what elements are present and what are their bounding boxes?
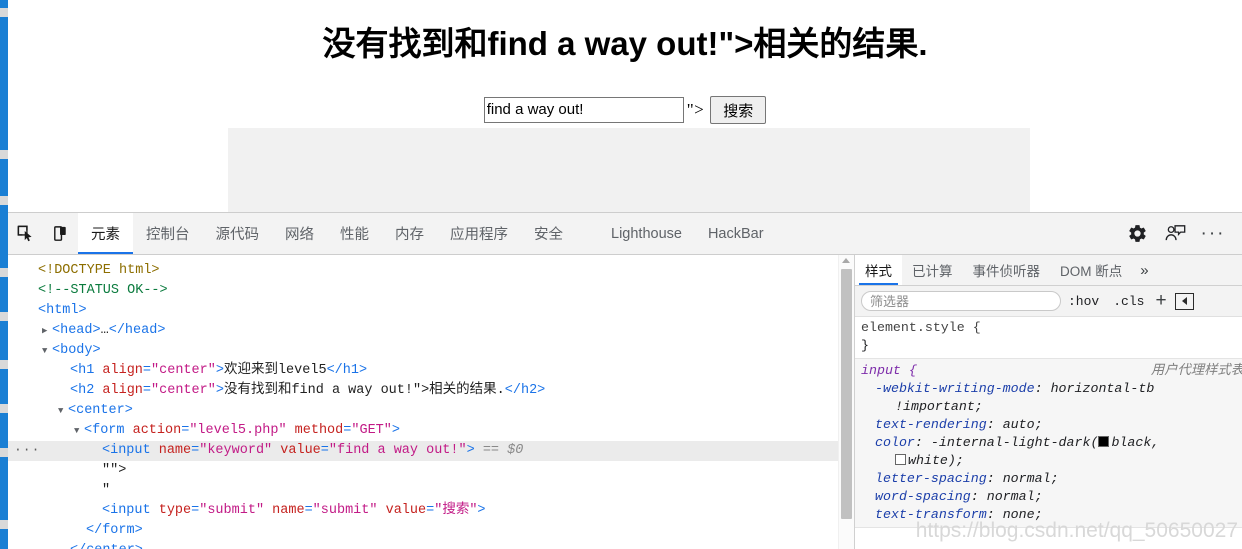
- tab-network-label: 网络: [285, 227, 314, 243]
- tab-sources[interactable]: 源代码: [203, 213, 273, 254]
- css-rule-close-brace: }: [861, 338, 869, 353]
- tree-twisty-icon[interactable]: ▼: [58, 401, 68, 421]
- devtools-panel: 元素 控制台 源代码 网络 性能 内存 应用程序 安全 Lighthouse H…: [8, 212, 1242, 549]
- styles-tabbar: 样式 已计算 事件侦听器 DOM 断点 »: [855, 255, 1242, 286]
- css-declaration[interactable]: -webkit-writing-mode: horizontal-tb: [861, 380, 1242, 398]
- scroll-up-arrow-icon[interactable]: [842, 258, 850, 263]
- css-rule-selector[interactable]: element.style {: [861, 319, 1242, 337]
- scrollbar-thumb[interactable]: [841, 269, 852, 519]
- new-style-rule-button[interactable]: +: [1151, 291, 1170, 310]
- tab-elements-label: 元素: [91, 227, 120, 243]
- tab-network[interactable]: 网络: [272, 213, 327, 254]
- tab-computed[interactable]: 已计算: [902, 255, 963, 285]
- css-rule-origin: 用户代理样式表: [1150, 363, 1242, 378]
- css-declaration[interactable]: text-rendering: auto;: [861, 416, 1242, 434]
- tab-dom-breakpoints[interactable]: DOM 断点: [1050, 255, 1132, 285]
- dom-tree-scrollbar[interactable]: [838, 255, 854, 549]
- dom-tree-row[interactable]: <!--STATUS OK-->: [8, 281, 838, 301]
- color-swatch-white[interactable]: [895, 454, 906, 465]
- tab-dom-breakpoints-label: DOM 断点: [1060, 264, 1123, 279]
- more-options-dots-icon[interactable]: ···: [1194, 213, 1232, 254]
- dom-tree-row[interactable]: </form>: [8, 521, 838, 541]
- tab-hackbar[interactable]: HackBar: [695, 213, 777, 254]
- tab-hackbar-label: HackBar: [707, 225, 764, 242]
- dom-tree-row[interactable]: ▶ <head>…</head>: [8, 321, 838, 341]
- hov-toggle-button[interactable]: :hov: [1061, 294, 1106, 309]
- search-submit-button[interactable]: 搜索: [710, 96, 767, 124]
- dom-tree-row[interactable]: <h1 align="center">欢迎来到level5</h1>: [8, 361, 838, 381]
- inspect-element-icon[interactable]: [8, 213, 43, 254]
- dom-tree-row[interactable]: <html>: [8, 301, 838, 321]
- tab-application-label: 应用程序: [450, 227, 508, 243]
- color-swatch-black[interactable]: [1098, 436, 1110, 447]
- dom-tree-row[interactable]: <input type="submit" name="submit" value…: [8, 501, 838, 521]
- devtools-toolbar: 元素 控制台 源代码 网络 性能 内存 应用程序 安全 Lighthouse H…: [8, 213, 1242, 255]
- dom-tree-pane: <!DOCTYPE html> <!--STATUS OK--> <html> ▶ <h…: [8, 255, 854, 549]
- css-declaration-continuation: white);: [861, 452, 1242, 470]
- element-highlight-overlay: [228, 128, 1030, 212]
- styles-filter-input[interactable]: [861, 291, 1061, 311]
- tab-memory[interactable]: 内存: [382, 213, 437, 254]
- dom-tree-row[interactable]: "">: [8, 461, 838, 481]
- gear-icon[interactable]: [1118, 213, 1156, 254]
- css-declaration[interactable]: letter-spacing: normal;: [861, 470, 1242, 488]
- dom-tree[interactable]: <!DOCTYPE html> <!--STATUS OK--> <html> ▶ <h…: [8, 261, 838, 549]
- dom-tree-row[interactable]: ▼ <center>: [8, 401, 838, 421]
- tab-event-listeners-label: 事件侦听器: [972, 264, 1041, 279]
- tab-lighthouse[interactable]: Lighthouse: [598, 213, 695, 254]
- tab-styles[interactable]: 样式: [855, 255, 902, 285]
- tab-sources-label: 源代码: [215, 227, 260, 243]
- css-rule-block[interactable]: input {用户代理样式表 -webkit-writing-mode: hori…: [855, 359, 1242, 528]
- tab-elements[interactable]: 元素: [78, 213, 133, 254]
- css-declaration[interactable]: text-transform: none;: [861, 506, 1242, 524]
- tab-computed-label: 已计算: [912, 264, 953, 279]
- tree-twisty-icon[interactable]: ▼: [74, 421, 84, 441]
- page-title: 没有找到和find a way out!">相关的结果.: [322, 25, 928, 62]
- tab-console-label: 控制台: [146, 227, 190, 243]
- css-declaration[interactable]: word-spacing: normal;: [861, 488, 1242, 506]
- tab-performance[interactable]: 性能: [327, 213, 382, 254]
- dom-tree-row[interactable]: </center>: [8, 541, 838, 549]
- stray-markup-text: ">: [686, 100, 705, 119]
- dom-tree-row[interactable]: ": [8, 481, 838, 501]
- styles-pane: 样式 已计算 事件侦听器 DOM 断点 » :hov: [854, 255, 1242, 549]
- left-window-edge-strip: [0, 0, 8, 549]
- dom-tree-row[interactable]: <h2 align="center">没有找到和find a way out!"…: [8, 381, 838, 401]
- tree-twisty-icon[interactable]: ▶: [42, 321, 52, 341]
- css-declaration-continuation: !important;: [895, 399, 983, 414]
- css-rules-list: element.style {} input {用户代理样式表 -webkit-wr…: [855, 316, 1242, 549]
- cls-toggle-button[interactable]: .cls: [1106, 294, 1151, 309]
- dom-tree-row[interactable]: ··· <input name="keyword" value="find a w…: [8, 441, 838, 461]
- css-rule-block[interactable]: element.style {}: [855, 316, 1242, 359]
- computed-sidebar-toggle-icon[interactable]: [1174, 292, 1194, 310]
- tab-lighthouse-label: Lighthouse: [611, 225, 682, 242]
- dom-tree-row[interactable]: <!DOCTYPE html>: [8, 261, 838, 281]
- device-toolbar-icon[interactable]: [43, 213, 78, 254]
- styles-filter-bar: :hov .cls +: [855, 286, 1242, 317]
- search-form: "> 搜索: [8, 96, 1242, 124]
- tab-console[interactable]: 控制台: [133, 213, 203, 254]
- devtools-body: <!DOCTYPE html> <!--STATUS OK--> <html> ▶ <h…: [8, 255, 1242, 549]
- rendered-web-page: 没有找到和find a way out!">相关的结果. "> 搜索: [8, 0, 1242, 212]
- devtools-toolbar-actions: ···: [1118, 213, 1242, 254]
- tab-security[interactable]: 安全: [521, 213, 576, 254]
- tab-application[interactable]: 应用程序: [437, 213, 521, 254]
- tab-event-listeners[interactable]: 事件侦听器: [963, 255, 1051, 285]
- search-input[interactable]: [483, 97, 684, 123]
- screenshot-root: 没有找到和find a way out!">相关的结果. "> 搜索: [0, 0, 1242, 549]
- tab-security-label: 安全: [534, 227, 563, 243]
- feedback-person-icon[interactable]: [1156, 213, 1194, 254]
- row-ellipsis-icon[interactable]: ···: [14, 440, 40, 460]
- tree-twisty-icon[interactable]: ▼: [42, 341, 52, 361]
- tab-styles-label: 样式: [865, 264, 892, 279]
- dom-tree-row[interactable]: ▼ <form action="level5.php" method="GET">: [8, 421, 838, 441]
- tab-performance-label: 性能: [340, 227, 369, 243]
- tab-memory-label: 内存: [395, 227, 424, 243]
- styles-tabs-overflow-icon[interactable]: »: [1132, 255, 1156, 285]
- dom-tree-row[interactable]: ▼ <body>: [8, 341, 838, 361]
- css-declaration[interactable]: color: -internal-light-dark(black,: [861, 434, 1242, 452]
